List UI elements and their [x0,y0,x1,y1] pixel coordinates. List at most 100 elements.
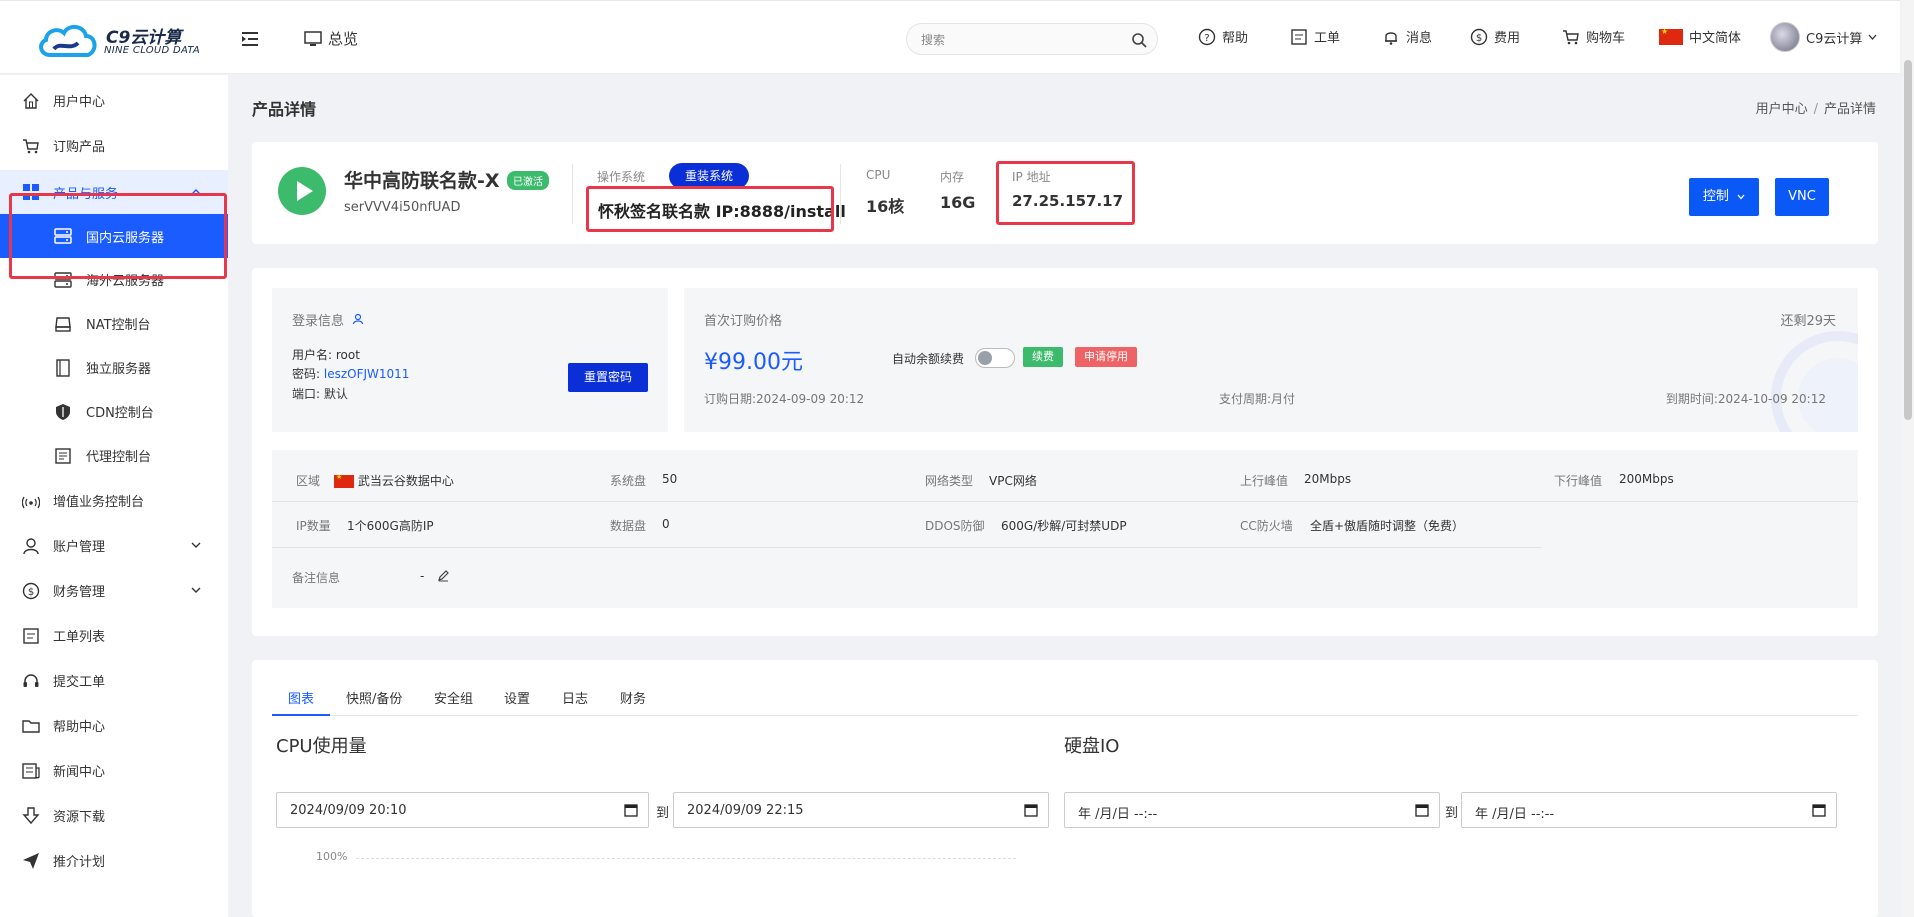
headset-icon [23,674,39,687]
control-dropdown-button[interactable]: 控制 [1689,178,1759,216]
remaining-days: 还剩29天 [1780,314,1836,329]
breadcrumb-home[interactable]: 用户中心 [1756,102,1808,117]
tab-finance[interactable]: 财务 [620,688,646,707]
reinstall-button[interactable]: 重装系统 [669,163,749,189]
cpu-value: 16核 [866,197,905,216]
cpu-start-date-input[interactable]: 2024/09/09 20:10 [276,792,649,828]
calendar-icon[interactable] [1024,803,1038,817]
sidebar-item-overseas-cloud[interactable]: 海外云服务器 [0,259,228,299]
auto-renew-toggle[interactable] [975,348,1015,368]
sidebar-item-nat[interactable]: NAT控制台 [0,303,228,343]
cpu-chart-title: CPU使用量 [276,736,367,757]
sidebar-item-label: CDN控制台 [86,405,154,421]
net-type-label: 网络类型 [925,474,974,488]
svg-text:$: $ [1476,33,1482,44]
help-label: 帮助 [1222,31,1249,46]
reset-password-button[interactable]: 重置密码 [568,363,648,392]
cc-label: CC防火墙 [1240,519,1293,533]
sidebar-item-value-added[interactable]: 增值业务控制台 [0,480,228,520]
message-label: 消息 [1406,31,1433,46]
sidebar-item-finance[interactable]: $ 财务管理 [0,570,228,610]
tab-security-group[interactable]: 安全组 [434,688,473,707]
divider [572,164,573,224]
edit-pencil-icon[interactable] [437,569,450,582]
control-label: 控制 [1702,189,1729,204]
upstream-label: 上行峰值 [1240,474,1289,488]
cpu-end-date-input[interactable]: 2024/09/09 22:15 [673,792,1049,828]
dollar-icon: $ [22,582,40,600]
breadcrumb: 用户中心 / 产品详情 [1755,102,1876,117]
tab-settings[interactable]: 设置 [504,688,530,707]
order-date: 订购日期:2024-09-09 20:12 [704,392,865,406]
first-price-label: 首次订购价格 [704,314,783,329]
sidebar-item-user-center[interactable]: 用户中心 [0,80,228,120]
tab-logs[interactable]: 日志 [562,688,588,707]
message-link[interactable]: 消息 [1382,27,1432,46]
sidebar-item-label: 帮助中心 [53,719,106,735]
renew-button[interactable]: 续费 [1023,347,1063,367]
chevron-down-icon [191,542,201,548]
password-label: 密码: [292,367,321,381]
disk-start-date-input[interactable]: 年 /月/日 --:-- [1064,792,1440,828]
sidebar-item-label: 工单列表 [53,629,106,645]
region-label: 区域 [296,474,321,488]
sidebar-item-proxy[interactable]: 代理控制台 [0,435,228,475]
bell-icon [1385,31,1397,45]
tab-charts[interactable]: 图表 [288,688,314,707]
y-axis-tick: 100% [316,850,348,863]
user-icon [353,313,364,325]
upstream-value: 20Mbps [1304,472,1352,486]
language-label: 中文简体 [1689,31,1742,46]
sys-disk-value: 50 [662,472,678,486]
server-icon [54,272,72,288]
calendar-icon[interactable] [1812,803,1826,817]
gridline [356,858,1016,859]
search-icon[interactable] [1131,32,1147,48]
calendar-icon[interactable] [624,803,638,817]
remark-value: - [420,569,425,583]
login-title-label: 登录信息 [292,314,345,329]
language-select[interactable]: 中文简体 [1659,27,1741,46]
calendar-icon[interactable] [1415,803,1429,817]
sidebar-item-dedicated[interactable]: 独立服务器 [0,347,228,387]
book-icon [56,359,70,377]
remark-label: 备注信息 [292,571,341,585]
sidebar-item-ticket-list[interactable]: 工单列表 [0,615,228,655]
logo[interactable]: C9云计算 NINE CLOUD DATA [36,21,206,61]
play-status-icon [278,167,326,215]
ticket-link[interactable]: 工单 [1290,27,1340,46]
sidebar-item-referral[interactable]: 推介计划 [0,840,228,880]
page-scrollbar[interactable] [1902,0,1914,917]
sidebar-item-news[interactable]: 新闻中心 [0,750,228,790]
sidebar-item-help-center[interactable]: 帮助中心 [0,705,228,745]
downstream-value: 200Mbps [1619,472,1674,486]
fee-link[interactable]: $ 费用 [1470,27,1520,46]
tab-snapshot[interactable]: 快照/备份 [346,688,402,707]
date-value: 年 /月/日 --:-- [1078,807,1158,822]
user-icon [23,538,39,555]
sidebar-item-order-product[interactable]: 订购产品 [0,125,228,165]
sidebar-item-domestic-cloud[interactable]: 国内云服务器 [0,214,228,258]
cart-link[interactable]: 购物车 [1562,27,1625,46]
sidebar-item-products-services[interactable]: 产品与服务 [0,170,228,214]
net-type-value: VPC网络 [989,474,1037,488]
sidebar-item-account[interactable]: 账户管理 [0,525,228,565]
overview-link[interactable]: 总览 [304,28,358,49]
sys-disk-label: 系统盘 [610,474,647,488]
cancel-service-button[interactable]: 申请停用 [1075,347,1137,367]
sidebar-item-cdn[interactable]: CDN控制台 [0,391,228,431]
scrollbar-thumb[interactable] [1904,60,1912,420]
status-badge: 已激活 [507,171,549,190]
ticket-label: 工单 [1314,31,1341,46]
password-value[interactable]: leszOFJW1011 [324,367,410,381]
sidebar-item-downloads[interactable]: 资源下载 [0,795,228,835]
sidebar-item-submit-ticket[interactable]: 提交工单 [0,660,228,700]
vnc-button[interactable]: VNC [1775,178,1829,216]
username-row: 用户名: root [292,346,360,363]
user-menu[interactable]: C9云计算 [1770,22,1877,52]
news-icon [22,763,40,779]
help-link[interactable]: ? 帮助 [1198,27,1248,46]
menu-collapse-icon[interactable] [242,31,260,47]
disk-end-date-input[interactable]: 年 /月/日 --:-- [1461,792,1837,828]
search-input[interactable] [921,30,1121,50]
